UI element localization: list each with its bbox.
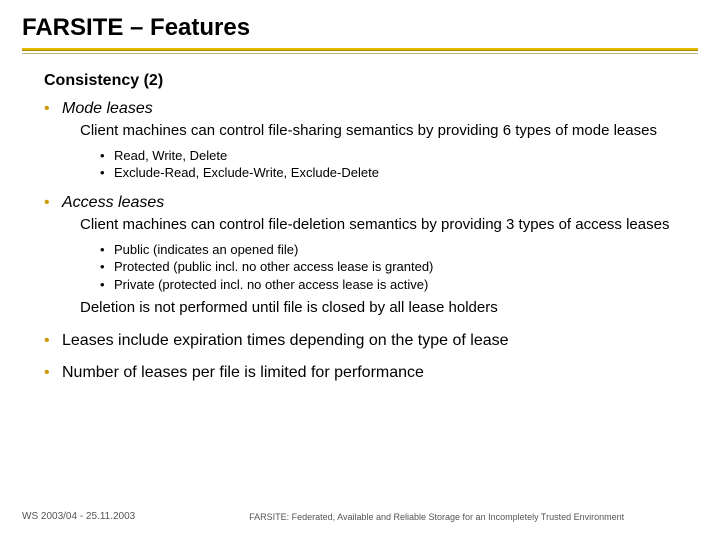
sub-bullet: Read, Write, Delete: [44, 147, 698, 165]
sub-bullet: Public (indicates an opened file): [44, 241, 698, 259]
slide-subtitle: Consistency (2): [44, 72, 698, 90]
sub-bullet: Private (protected incl. no other access…: [44, 276, 698, 294]
slide-footer: WS 2003/04 - 25.11.2003 FARSITE: Federat…: [22, 511, 698, 522]
bullet-heading: Access leases: [62, 194, 164, 211]
title-rule: [0, 48, 720, 54]
bullet-access-leases: Access leases: [44, 194, 698, 212]
bullet-body: Client machines can control file-sharing…: [44, 120, 698, 143]
bullet-text: Leases include expiration times dependin…: [62, 332, 509, 349]
bullet-heading: Mode leases: [62, 100, 153, 117]
slide-title: FARSITE – Features: [0, 0, 720, 48]
footer-right: FARSITE: Federated, Available and Reliab…: [135, 512, 698, 522]
sub-bullet: Protected (public incl. no other access …: [44, 258, 698, 276]
bullet-expiration: Leases include expiration times dependin…: [44, 332, 698, 350]
sub-bullet: Exclude-Read, Exclude-Write, Exclude-Del…: [44, 164, 698, 182]
slide-body: Consistency (2) Mode leases Client machi…: [0, 54, 720, 382]
bullet-mode-leases: Mode leases: [44, 100, 698, 118]
slide: FARSITE – Features Consistency (2) Mode …: [0, 0, 720, 540]
bullet-text: Number of leases per file is limited for…: [62, 364, 424, 381]
footer-left: WS 2003/04 - 25.11.2003: [22, 511, 135, 522]
bullet-limit: Number of leases per file is limited for…: [44, 364, 698, 382]
bullet-body: Client machines can control file-deletio…: [44, 214, 698, 237]
bullet-body: Deletion is not performed until file is …: [44, 297, 698, 320]
